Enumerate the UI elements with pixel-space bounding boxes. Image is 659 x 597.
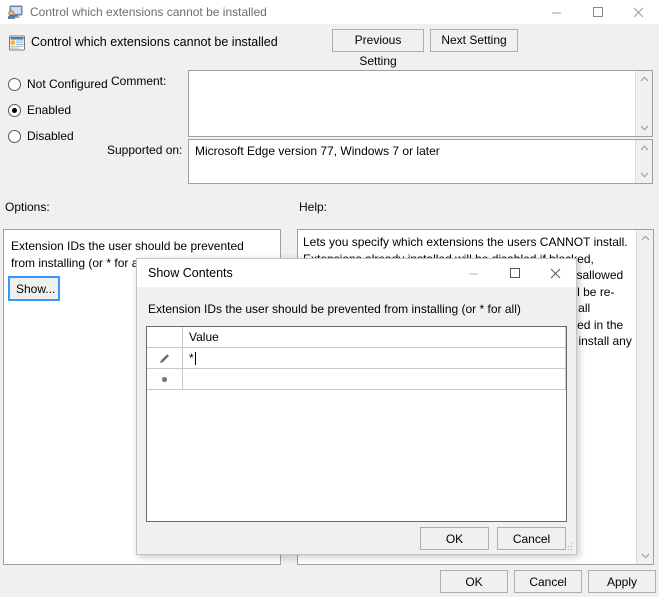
minimize-icon[interactable] bbox=[536, 0, 577, 24]
supported-on-scrollbar[interactable] bbox=[635, 140, 652, 183]
maximize-icon[interactable] bbox=[577, 0, 618, 24]
supported-on-field: Microsoft Edge version 77, Windows 7 or … bbox=[188, 139, 653, 184]
scroll-down-icon[interactable] bbox=[636, 167, 653, 183]
scroll-down-icon[interactable] bbox=[636, 120, 653, 136]
grid-header-row: Value bbox=[147, 327, 566, 348]
modal-titlebar: Show Contents bbox=[137, 259, 576, 287]
window-titlebar: Control which extensions cannot be insta… bbox=[0, 0, 659, 24]
cancel-button[interactable]: Cancel bbox=[514, 570, 582, 593]
setting-header: Control which extensions cannot be insta… bbox=[0, 28, 659, 68]
modal-description: Extension IDs the user should be prevent… bbox=[148, 302, 521, 316]
supported-on-value: Microsoft Edge version 77, Windows 7 or … bbox=[195, 144, 440, 158]
scroll-up-icon[interactable] bbox=[637, 230, 654, 246]
page-title: Control which extensions cannot be insta… bbox=[31, 35, 278, 49]
comment-input[interactable] bbox=[188, 70, 653, 137]
scroll-up-icon[interactable] bbox=[636, 71, 653, 87]
grid-cell-value[interactable]: * bbox=[183, 348, 566, 369]
modal-ok-button[interactable]: OK bbox=[420, 527, 489, 550]
grid-cell-value[interactable] bbox=[183, 369, 566, 390]
edit-pencil-icon bbox=[147, 348, 183, 369]
ok-button[interactable]: OK bbox=[440, 570, 508, 593]
radio-label: Not Configured bbox=[27, 77, 108, 91]
policy-computer-icon bbox=[7, 4, 23, 20]
modal-cancel-button[interactable]: Cancel bbox=[497, 527, 566, 550]
scroll-down-icon[interactable] bbox=[637, 548, 654, 564]
supported-on-label: Supported on: bbox=[107, 143, 183, 157]
radio-label: Disabled bbox=[27, 129, 74, 143]
resize-grip-icon[interactable] bbox=[562, 540, 574, 552]
next-setting-button[interactable]: Next Setting bbox=[430, 29, 518, 52]
radio-not-configured[interactable]: Not Configured bbox=[8, 77, 108, 91]
apply-button[interactable]: Apply bbox=[588, 570, 656, 593]
maximize-icon[interactable] bbox=[494, 261, 535, 285]
help-scrollbar[interactable] bbox=[636, 230, 653, 564]
group-policy-setting-window: Control which extensions cannot be insta… bbox=[0, 0, 659, 597]
radio-indicator bbox=[8, 77, 21, 91]
text-caret bbox=[194, 351, 196, 365]
close-icon[interactable] bbox=[535, 261, 576, 285]
help-label: Help: bbox=[299, 200, 328, 214]
grid-corner-cell bbox=[147, 327, 183, 348]
window-controls bbox=[536, 0, 659, 24]
comment-label: Comment: bbox=[111, 74, 167, 88]
comment-scrollbar[interactable] bbox=[635, 71, 652, 136]
minimize-icon[interactable] bbox=[453, 261, 494, 285]
grid-cell-text: * bbox=[189, 351, 194, 365]
radio-enabled[interactable]: Enabled bbox=[8, 103, 71, 117]
table-row[interactable]: * bbox=[147, 348, 566, 369]
close-icon[interactable] bbox=[618, 0, 659, 24]
modal-window-controls bbox=[453, 261, 576, 285]
scroll-up-icon[interactable] bbox=[636, 140, 653, 156]
radio-label: Enabled bbox=[27, 103, 72, 117]
new-row-asterisk-icon bbox=[147, 369, 183, 390]
radio-indicator bbox=[8, 129, 21, 143]
show-button[interactable]: Show... bbox=[8, 276, 60, 301]
radio-disabled[interactable]: Disabled bbox=[8, 129, 74, 143]
value-grid[interactable]: Value * bbox=[146, 326, 567, 522]
dialog-button-bar: OK Cancel Apply bbox=[0, 565, 659, 597]
table-row[interactable] bbox=[147, 369, 566, 390]
options-label: Options: bbox=[5, 200, 50, 214]
radio-indicator bbox=[8, 103, 21, 117]
show-contents-dialog: Show Contents Extension IDs the user sho… bbox=[136, 258, 577, 555]
policy-setting-icon bbox=[8, 34, 26, 52]
grid-column-header-value[interactable]: Value bbox=[183, 327, 566, 348]
window-title: Control which extensions cannot be insta… bbox=[30, 5, 267, 19]
modal-title: Show Contents bbox=[148, 266, 233, 280]
previous-setting-button[interactable]: Previous Setting bbox=[332, 29, 424, 68]
